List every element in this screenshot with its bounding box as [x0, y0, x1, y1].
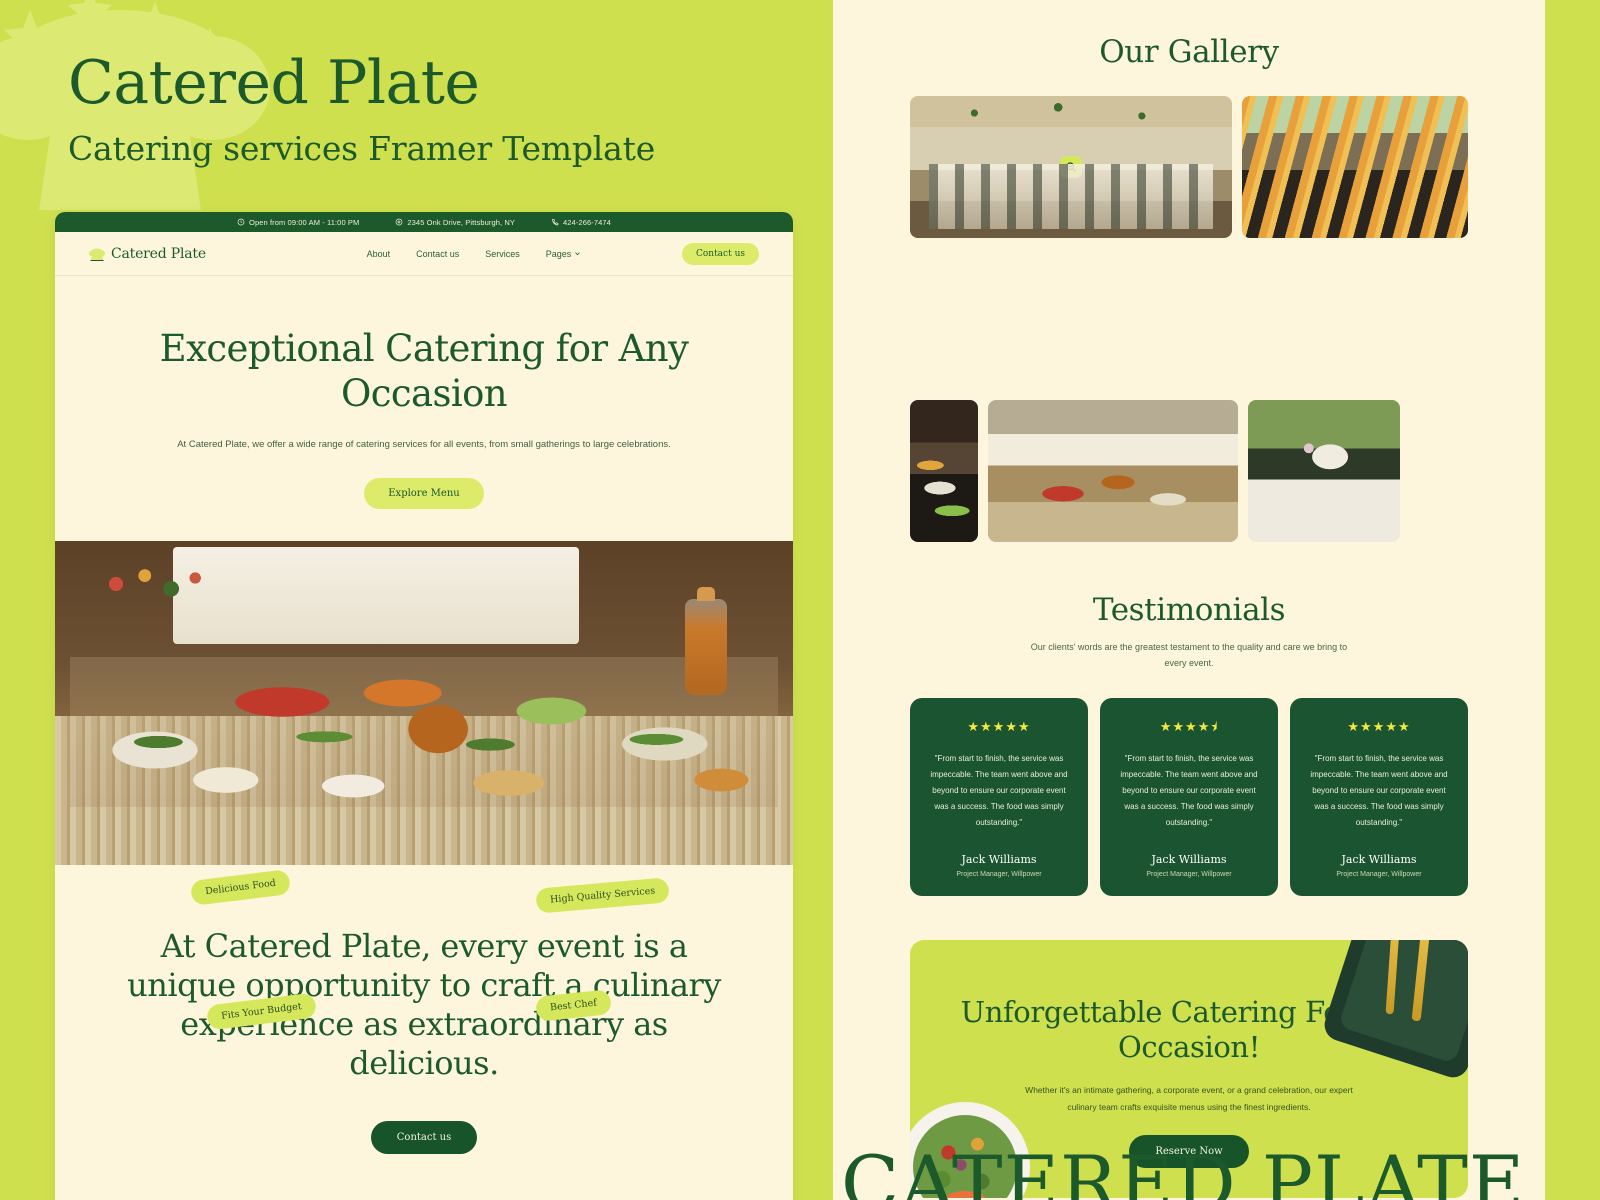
nav-link-services-label: Services	[485, 248, 520, 259]
site-navbar: Catered Plate About Contact us Services …	[55, 232, 793, 276]
utility-bar: Open from 09:00 AM - 11:00 PM 2345 Onk D…	[55, 212, 793, 232]
testimonials-section: Testimonials Our clients' words are the …	[833, 542, 1545, 896]
hero-paragraph: At Catered Plate, we offer a wide range …	[177, 439, 671, 451]
statement-heading: At Catered Plate, every event is a uniqu…	[127, 926, 721, 1082]
nav-link-about-label: About	[366, 248, 391, 259]
testimonial-quote: "From start to finish, the service was i…	[1310, 753, 1448, 827]
gallery-title: Our Gallery	[1099, 34, 1279, 70]
utility-address: 2345 Onk Drive, Pittsburgh, NY	[395, 218, 515, 227]
gallery-section: Our Gallery	[833, 0, 1545, 542]
nav-contact-us-button[interactable]: Contact us	[681, 242, 759, 265]
clock-icon	[237, 218, 245, 226]
chef-hat-logo-icon	[89, 248, 105, 261]
hero-image-garnish	[91, 715, 757, 768]
half-star-icon: ⯨	[1210, 718, 1219, 734]
nav-link-services[interactable]: Services	[485, 249, 520, 259]
testimonial-author: Jack Williams	[1151, 852, 1227, 866]
utility-phone[interactable]: 424-266-7474	[551, 218, 611, 227]
gallery-item-canape-display[interactable]	[1242, 96, 1468, 238]
left-showcase-panel: Catered Plate Catering services Framer T…	[0, 0, 833, 1200]
nav-link-pages-label: Pages	[545, 248, 572, 259]
gallery-item-buffet-spread[interactable]	[988, 400, 1238, 542]
nav-link-about[interactable]: About	[367, 249, 391, 259]
testimonial-card: ★★★★★ "From start to finish, the service…	[1290, 697, 1468, 896]
testimonial-card: ★★★★★ "From start to finish, the service…	[910, 697, 1088, 896]
chevron-down-icon	[575, 252, 581, 256]
promo-title: Catered Plate	[68, 48, 480, 118]
testimonial-author: Jack Williams	[961, 852, 1037, 866]
gallery-item-banquet-hall[interactable]	[910, 96, 1232, 238]
nav-link-contact-us[interactable]: Contact us	[416, 249, 459, 259]
testimonial-cards: ★★★★★ "From start to finish, the service…	[910, 697, 1468, 896]
rating-stars: ★★★★★	[967, 718, 1031, 734]
statement-tag-delicious-food: Delicious Food	[189, 868, 292, 906]
rating-stars: ★★★★⯨	[1116, 720, 1262, 733]
nav-links: About Contact us Services Pages	[307, 249, 582, 259]
hero-heading: Exceptional Catering for Any Occasion	[159, 327, 689, 416]
utility-hours: Open from 09:00 AM - 11:00 PM	[237, 218, 359, 227]
rating-stars-full: ★★★★	[1159, 718, 1211, 734]
testimonial-quote: "From start to finish, the service was i…	[930, 753, 1068, 827]
testimonial-quote: "From start to finish, the service was i…	[1120, 753, 1258, 827]
brand-logo[interactable]: Catered Plate	[89, 246, 206, 262]
zoom-in-icon	[1066, 162, 1076, 172]
gallery-item-buffet-service[interactable]	[910, 400, 978, 542]
testimonial-card: ★★★★⯨ "From start to finish, the service…	[1100, 697, 1278, 896]
statement-contact-us-button[interactable]: Contact us	[370, 1120, 478, 1154]
hero-section: Exceptional Catering for Any Occasion At…	[55, 276, 793, 541]
utility-address-text: 2345 Onk Drive, Pittsburgh, NY	[407, 217, 516, 227]
utility-phone-text: 424-266-7474	[563, 217, 611, 227]
rating-stars: ★★★★★	[1347, 718, 1411, 734]
testimonial-role: Project Manager, Willpower	[956, 870, 1042, 878]
hero-image-beverage-jar	[684, 587, 727, 696]
hero-image-table	[173, 547, 579, 645]
explore-menu-button[interactable]: Explore Menu	[364, 477, 484, 509]
footer-wordmark: CATERED PLATE	[841, 1139, 1526, 1200]
hero-banquet-image	[55, 540, 793, 865]
website-mockup: Open from 09:00 AM - 11:00 PM 2345 Onk D…	[55, 212, 793, 1200]
website-mockup-lower: Our Gallery Testimonials Our clients' wo…	[833, 0, 1545, 1200]
nav-link-contact-us-label: Contact us	[416, 248, 460, 259]
gallery-zoom-button[interactable]	[1060, 156, 1082, 178]
testimonials-title: Testimonials	[1092, 592, 1286, 628]
testimonial-author: Jack Williams	[1341, 852, 1417, 866]
nav-link-pages[interactable]: Pages	[546, 249, 582, 259]
screenshot-root: Catered Plate Catering services Framer T…	[0, 0, 1600, 1200]
brand-name: Catered Plate	[111, 245, 206, 262]
location-pin-icon	[396, 218, 403, 226]
hero-image-flowers	[91, 553, 212, 614]
testimonial-role: Project Manager, Willpower	[1336, 870, 1422, 878]
statement-tag-high-quality-services: High Quality Services	[534, 877, 670, 914]
cta-paragraph: Whether it's an intimate gathering, a co…	[1025, 1085, 1353, 1112]
gallery-item-round-table[interactable]	[1248, 400, 1400, 542]
statement-section: Delicious Food High Quality Services Fit…	[55, 864, 793, 1194]
utility-hours-text: Open from 09:00 AM - 11:00 PM	[249, 217, 360, 227]
promo-title-block: Catered Plate Catering services Framer T…	[0, 0, 833, 169]
gallery-grid-top	[910, 96, 1468, 390]
phone-icon	[552, 219, 559, 226]
testimonial-role: Project Manager, Willpower	[1146, 870, 1232, 878]
gallery-grid-bottom	[910, 400, 1468, 542]
testimonials-subtitle: Our clients' words are the greatest test…	[1030, 642, 1348, 668]
right-showcase-panel: Our Gallery Testimonials Our clients' wo…	[833, 0, 1600, 1200]
promo-subtitle: Catering services Framer Template	[68, 129, 656, 168]
